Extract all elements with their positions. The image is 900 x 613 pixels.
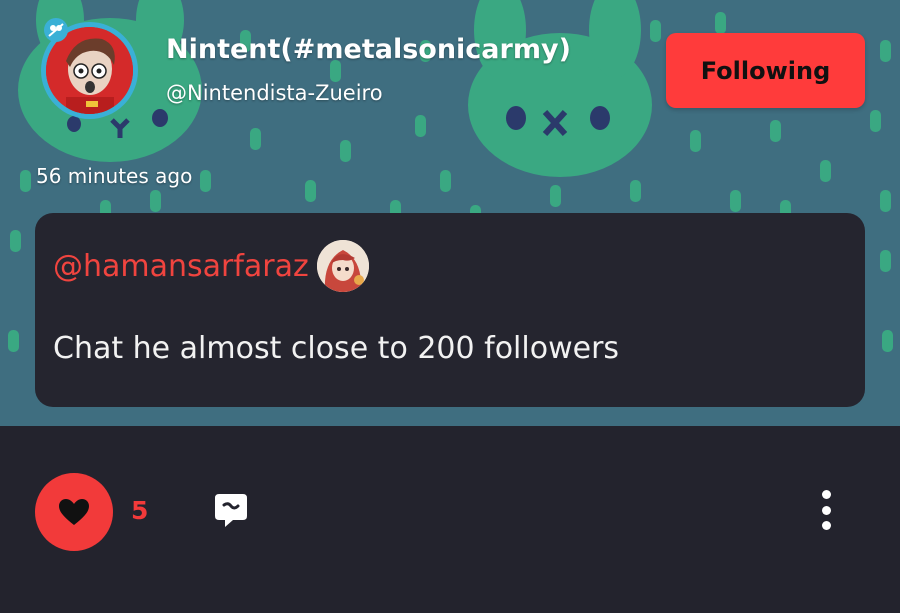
- mention-row: @hamansarfaraz: [53, 240, 369, 292]
- post-text: Chat he almost close to 200 followers: [53, 331, 620, 366]
- author-name[interactable]: Nintent(#metalsonicarmy): [166, 34, 571, 65]
- more-vertical-icon: [821, 490, 831, 499]
- mention-link[interactable]: @hamansarfaraz: [53, 249, 309, 284]
- like-count: 5: [131, 496, 149, 525]
- like-button[interactable]: [35, 473, 113, 551]
- more-options-button[interactable]: [812, 490, 840, 530]
- post-card: @hamansarfaraz Chat he almost close to 2…: [35, 213, 865, 407]
- post-timestamp: 56 minutes ago: [36, 164, 193, 188]
- author-handle: @Nintendista-Zueiro: [166, 81, 383, 105]
- action-bar: 5: [0, 426, 900, 613]
- profile-banner: Nintent(#metalsonicarmy) @Nintendista-Zu…: [0, 0, 900, 426]
- heart-icon: [59, 499, 89, 525]
- avatar-badge-icon: [44, 18, 68, 42]
- mention-avatar[interactable]: [316, 240, 369, 292]
- comment-icon[interactable]: [213, 492, 249, 528]
- following-button[interactable]: Following: [666, 33, 865, 108]
